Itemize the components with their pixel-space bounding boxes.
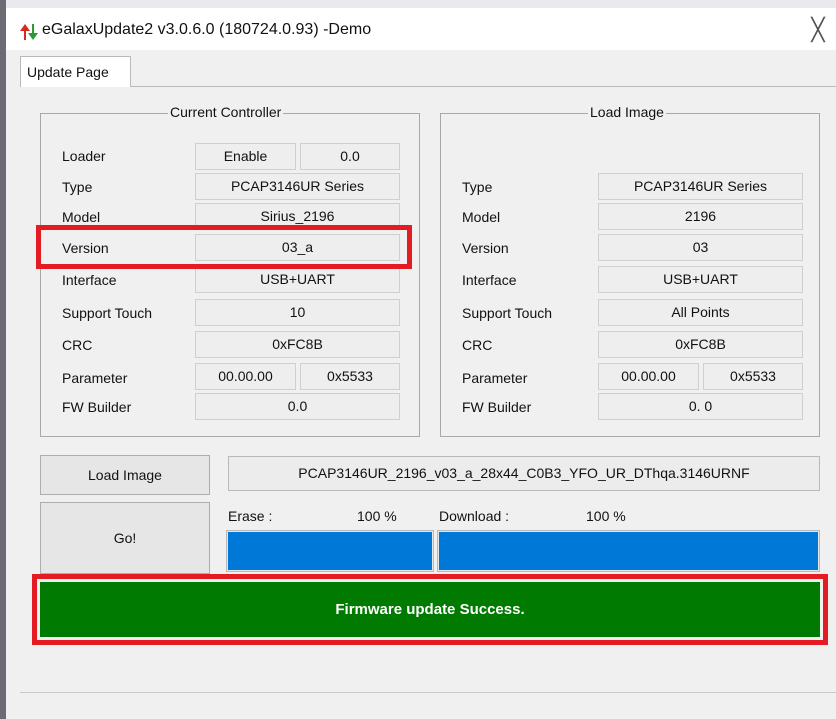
li-model-label: Model <box>462 209 501 225</box>
top-edge <box>0 0 836 8</box>
load-image-button[interactable]: Load Image <box>40 455 210 495</box>
close-icon[interactable]: ╳ <box>806 18 830 42</box>
erase-progress-fill <box>228 532 432 570</box>
li-support-touch-field: All Points <box>598 299 803 326</box>
li-crc-field: 0xFC8B <box>598 331 803 358</box>
li-interface-label: Interface <box>462 272 517 288</box>
cc-fw-builder-label: FW Builder <box>62 399 132 415</box>
li-support-touch-label: Support Touch <box>462 305 553 321</box>
window-title: eGalaxUpdate2 v3.0.6.0 (180724.0.93) -De… <box>42 21 372 38</box>
cc-crc-field: 0xFC8B <box>195 331 400 358</box>
cc-parameter-field-1: 00.00.00 <box>195 363 296 390</box>
loader-status-field: Enable <box>195 143 296 170</box>
li-parameter-label: Parameter <box>462 370 528 386</box>
li-fw-builder-label: FW Builder <box>462 399 532 415</box>
cc-parameter-label: Parameter <box>62 370 128 386</box>
cc-support-touch-label: Support Touch <box>62 305 153 321</box>
li-fw-builder-field: 0. 0 <box>598 393 803 420</box>
version-highlight-box <box>36 225 412 269</box>
cc-parameter-field-2: 0x5533 <box>300 363 400 390</box>
li-model-field: 2196 <box>598 203 803 230</box>
load-image-title: Load Image <box>588 104 666 120</box>
cc-fw-builder-field: 0.0 <box>195 393 400 420</box>
window-left-edge <box>0 0 6 719</box>
cc-model-label: Model <box>62 209 101 225</box>
go-button[interactable]: Go! <box>40 502 210 574</box>
download-progress-fill <box>439 532 818 570</box>
cc-crc-label: CRC <box>62 337 93 353</box>
li-type-field: PCAP3146UR Series <box>598 173 803 200</box>
updown-arrows-icon <box>20 24 38 40</box>
image-file-path-field: PCAP3146UR_2196_v03_a_28x44_C0B3_YFO_UR_… <box>228 456 820 491</box>
loader-label: Loader <box>62 148 106 164</box>
current-controller-title: Current Controller <box>168 104 284 120</box>
cc-support-touch-field: 10 <box>195 299 400 326</box>
loader-version-field: 0.0 <box>300 143 400 170</box>
li-type-label: Type <box>462 179 493 195</box>
cc-type-field: PCAP3146UR Series <box>195 173 400 200</box>
divider <box>20 692 836 693</box>
li-version-label: Version <box>462 240 509 256</box>
cc-type-label: Type <box>62 179 93 195</box>
download-label: Download : <box>439 508 510 524</box>
cc-interface-field: USB+UART <box>195 266 400 293</box>
li-parameter-field-1: 00.00.00 <box>598 363 699 390</box>
download-progress-track <box>437 530 820 572</box>
status-highlight-box <box>32 574 828 645</box>
li-version-field: 03 <box>598 234 803 261</box>
erase-percent: 100 % <box>357 508 397 524</box>
li-parameter-field-2: 0x5533 <box>703 363 803 390</box>
cc-interface-label: Interface <box>62 272 117 288</box>
erase-label: Erase : <box>228 508 273 524</box>
tab-update-page[interactable]: Update Page <box>20 56 131 87</box>
li-crc-label: CRC <box>462 337 493 353</box>
erase-progress-track <box>226 530 434 572</box>
download-percent: 100 % <box>586 508 626 524</box>
li-interface-field: USB+UART <box>598 266 803 293</box>
